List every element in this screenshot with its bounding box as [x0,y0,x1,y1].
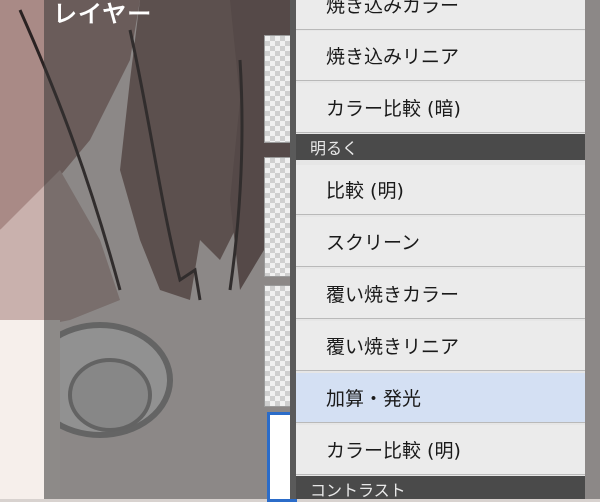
blend-mode-item-selected[interactable]: 加算・発光 [296,373,585,423]
blend-mode-item[interactable]: 覆い焼きリニア [296,321,585,371]
blend-mode-item[interactable]: カラー比較 (暗) [296,83,585,133]
blend-mode-item[interactable]: 比較 (明) [296,165,585,215]
section-header-contrast: コントラスト [296,476,585,499]
blend-mode-item[interactable]: 焼き込みカラー [296,0,585,30]
blend-mode-item[interactable]: 焼き込みリニア [296,31,585,81]
blend-mode-menu: 焼き込みカラー 焼き込みリニア カラー比較 (暗) 明るく 比較 (明) スクリ… [290,0,585,499]
blend-mode-item[interactable]: スクリーン [296,217,585,267]
blend-mode-item[interactable]: カラー比較 (明) [296,425,585,475]
section-header-lighten: 明るく [296,134,585,160]
blend-mode-item[interactable]: 覆い焼きカラー [296,269,585,319]
layer-panel-title: レイヤー [53,0,153,28]
